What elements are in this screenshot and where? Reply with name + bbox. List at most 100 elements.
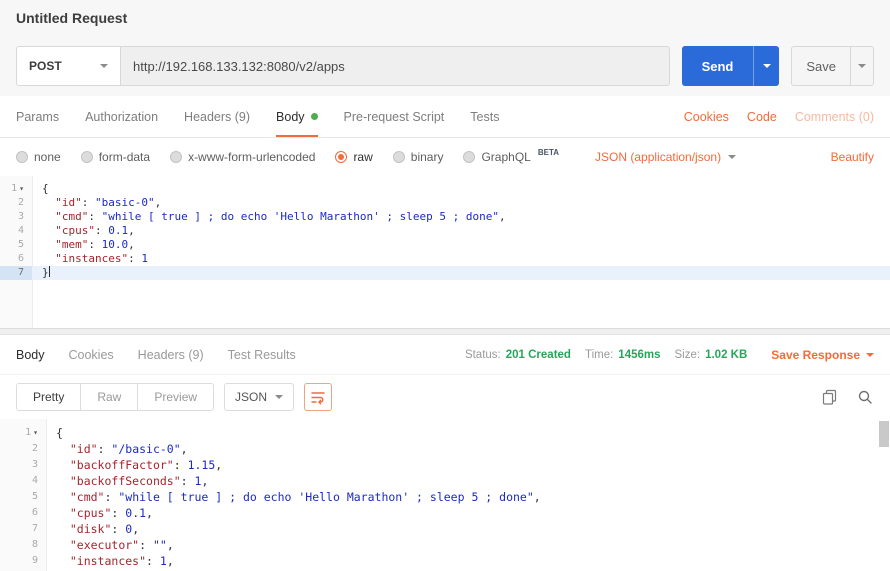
tab-body-label: Body xyxy=(276,110,305,124)
code-line: 6 "instances": 1 xyxy=(0,252,890,266)
code-line: 9 "instances": 1, xyxy=(0,553,890,569)
request-body-editor[interactable]: 1▾{2 "id": "basic-0",3 "cmd": "while [ t… xyxy=(0,176,890,328)
scrollbar-thumb[interactable] xyxy=(879,421,889,447)
code-text: "backoffFactor": 1.15, xyxy=(46,457,222,473)
body-mode-binary[interactable]: binary xyxy=(393,150,444,164)
code-text: "mem": 10.0, xyxy=(32,238,135,252)
response-tab-body[interactable]: Body xyxy=(16,348,45,362)
line-number: 8 xyxy=(0,537,46,553)
line-number: 1▾ xyxy=(0,425,46,441)
search-button[interactable] xyxy=(856,388,874,406)
response-toolbar-icons xyxy=(820,388,874,406)
code-text: "id": "basic-0", xyxy=(32,196,161,210)
tab-authorization[interactable]: Authorization xyxy=(85,96,158,137)
url-input[interactable] xyxy=(121,46,670,86)
wrap-text-button[interactable] xyxy=(304,383,332,411)
body-mode-form-data[interactable]: form-data xyxy=(81,150,150,164)
titlebar: Untitled Request xyxy=(0,0,890,36)
fold-caret-icon[interactable]: ▾ xyxy=(19,184,24,193)
save-response-label: Save Response xyxy=(771,348,860,362)
copy-button[interactable] xyxy=(820,388,838,406)
text-cursor xyxy=(49,266,50,277)
save-button[interactable]: Save xyxy=(791,46,850,86)
send-button-group: Send xyxy=(682,46,780,86)
view-tab-preview[interactable]: Preview xyxy=(137,384,213,410)
tab-params[interactable]: Params xyxy=(16,96,59,137)
method-select[interactable]: POST xyxy=(16,46,121,86)
request-tabs: Params Authorization Headers (9) Body Pr… xyxy=(0,96,890,138)
content-type-select[interactable]: JSON (application/json) xyxy=(595,150,736,164)
body-mode-none[interactable]: none xyxy=(16,150,61,164)
body-mode-raw[interactable]: raw xyxy=(335,150,372,164)
mode-label: raw xyxy=(353,150,372,164)
mode-label: GraphQL xyxy=(481,150,530,164)
tab-body[interactable]: Body xyxy=(276,96,318,137)
status-value: 201 Created xyxy=(506,349,571,361)
mode-label: form-data xyxy=(99,150,150,164)
chevron-down-icon xyxy=(866,353,874,357)
cookies-link[interactable]: Cookies xyxy=(684,110,729,124)
code-text: "cpus": 0.1, xyxy=(32,224,135,238)
radio-icon xyxy=(393,151,405,163)
chevron-down-icon xyxy=(763,64,771,68)
view-tab-pretty[interactable]: Pretty xyxy=(17,384,80,410)
request-builder: POST Send Save xyxy=(0,36,890,96)
code-text: "cmd": "while [ true ] ; do echo 'Hello … xyxy=(46,489,541,505)
tab-tests[interactable]: Tests xyxy=(470,96,499,137)
line-number: 9 xyxy=(0,553,46,569)
radio-icon xyxy=(463,151,475,163)
code-text: "instances": 1, xyxy=(46,553,174,569)
time-label: Time: xyxy=(585,349,613,361)
request-tabs-right: Cookies Code Comments (0) xyxy=(684,96,874,137)
code-line: 1▾{ xyxy=(0,425,890,441)
response-body-editor[interactable]: 1▾{2 "id": "/basic-0",3 "backoffFactor":… xyxy=(0,419,890,571)
response-meta-bar: Body Cookies Headers (9) Test Results St… xyxy=(0,335,890,375)
wrap-text-icon xyxy=(310,389,326,405)
code-line: 7} xyxy=(0,266,890,280)
radio-icon xyxy=(170,151,182,163)
response-format-select[interactable]: JSON xyxy=(224,383,294,411)
beautify-link[interactable]: Beautify xyxy=(831,150,874,164)
code-link[interactable]: Code xyxy=(747,110,777,124)
postman-app: Untitled Request POST Send Save Params A… xyxy=(0,0,890,571)
code-line: 2 "id": "/basic-0", xyxy=(0,441,890,457)
view-mode-segmented-control: Pretty Raw Preview xyxy=(16,383,214,411)
body-mode-graphql[interactable]: GraphQL BETA xyxy=(463,150,559,164)
time-value: 1456ms xyxy=(618,349,660,361)
chevron-down-icon xyxy=(858,64,866,68)
code-line: 4 "backoffSeconds": 1, xyxy=(0,473,890,489)
response-view-toolbar: Pretty Raw Preview JSON xyxy=(0,375,890,419)
fold-caret-icon[interactable]: ▾ xyxy=(33,428,38,437)
view-tab-raw[interactable]: Raw xyxy=(80,384,137,410)
body-mode-urlencoded[interactable]: x-www-form-urlencoded xyxy=(170,150,315,164)
status-label: Status: xyxy=(465,349,501,361)
tab-headers[interactable]: Headers (9) xyxy=(184,96,250,137)
radio-icon xyxy=(81,151,93,163)
response-tab-headers[interactable]: Headers (9) xyxy=(138,348,204,362)
response-format-label: JSON xyxy=(235,390,267,404)
comments-link[interactable]: Comments (0) xyxy=(795,110,874,124)
tab-pre-request-script[interactable]: Pre-request Script xyxy=(344,96,445,137)
copy-icon xyxy=(822,389,837,405)
line-number: 5 xyxy=(0,238,32,252)
pane-splitter[interactable] xyxy=(0,328,890,335)
request-title: Untitled Request xyxy=(16,10,127,26)
save-options-button[interactable] xyxy=(850,46,874,86)
code-line: 5 "cmd": "while [ true ] ; do echo 'Hell… xyxy=(0,489,890,505)
save-response-button[interactable]: Save Response xyxy=(771,348,874,362)
send-options-button[interactable] xyxy=(753,46,779,86)
chevron-down-icon xyxy=(100,64,108,68)
response-tab-test-results[interactable]: Test Results xyxy=(228,348,296,362)
radio-selected-icon xyxy=(335,151,347,163)
line-number: 4 xyxy=(0,224,32,238)
response-tab-cookies[interactable]: Cookies xyxy=(69,348,114,362)
line-number: 7 xyxy=(0,521,46,537)
code-line: 5 "mem": 10.0, xyxy=(0,238,890,252)
code-line: 7 "disk": 0, xyxy=(0,521,890,537)
search-icon xyxy=(857,389,873,405)
code-text: { xyxy=(32,182,49,196)
code-text: "backoffSeconds": 1, xyxy=(46,473,208,489)
code-text: "executor": "", xyxy=(46,537,174,553)
code-text: "id": "/basic-0", xyxy=(46,441,188,457)
send-button[interactable]: Send xyxy=(682,46,754,86)
